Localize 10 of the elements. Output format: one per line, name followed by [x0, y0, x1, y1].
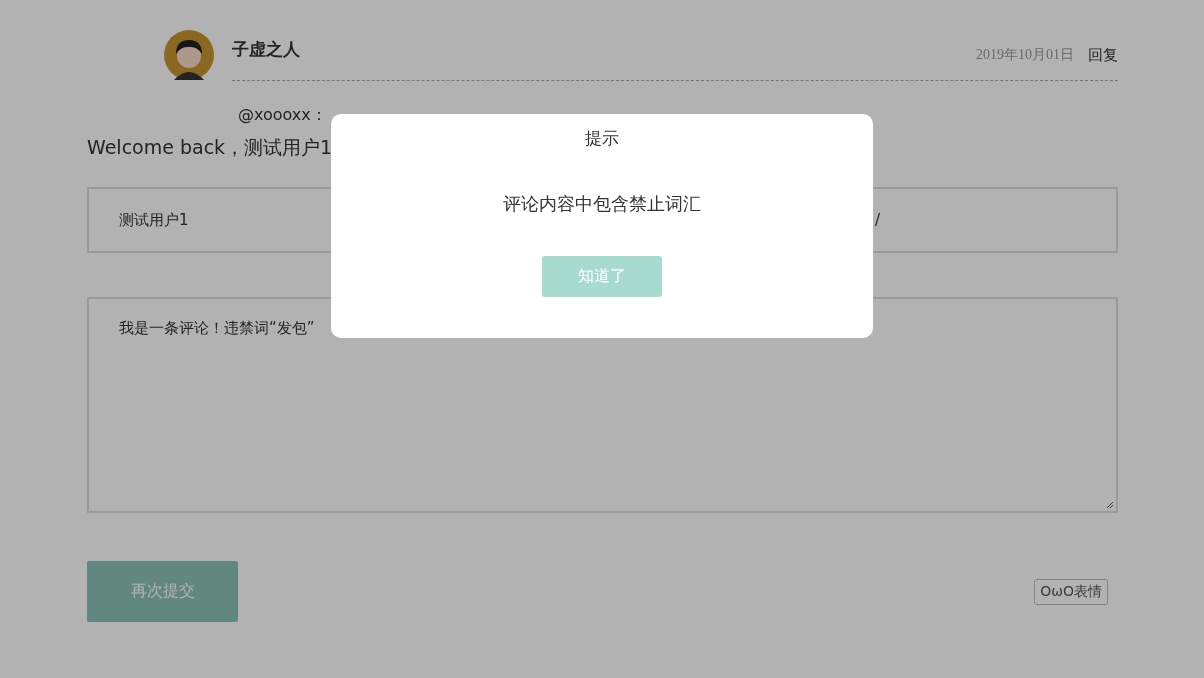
dialog-title: 提示 — [585, 127, 619, 150]
comment-text: @xoooxx： — [237, 105, 328, 125]
dialog-message: 评论内容中包含禁止词汇 — [503, 192, 701, 216]
avatar-icon — [164, 30, 214, 80]
resize-handle-icon[interactable] — [1106, 501, 1114, 509]
reply-link[interactable]: 回复 — [1088, 45, 1118, 65]
welcome-text: Welcome back，测试用户1 — [87, 136, 333, 158]
emoji-button[interactable]: OωO表情 — [1034, 578, 1108, 605]
comment-author: 子虚之人 — [232, 37, 301, 61]
comment-date: 2019年10月01日 — [976, 46, 1074, 64]
